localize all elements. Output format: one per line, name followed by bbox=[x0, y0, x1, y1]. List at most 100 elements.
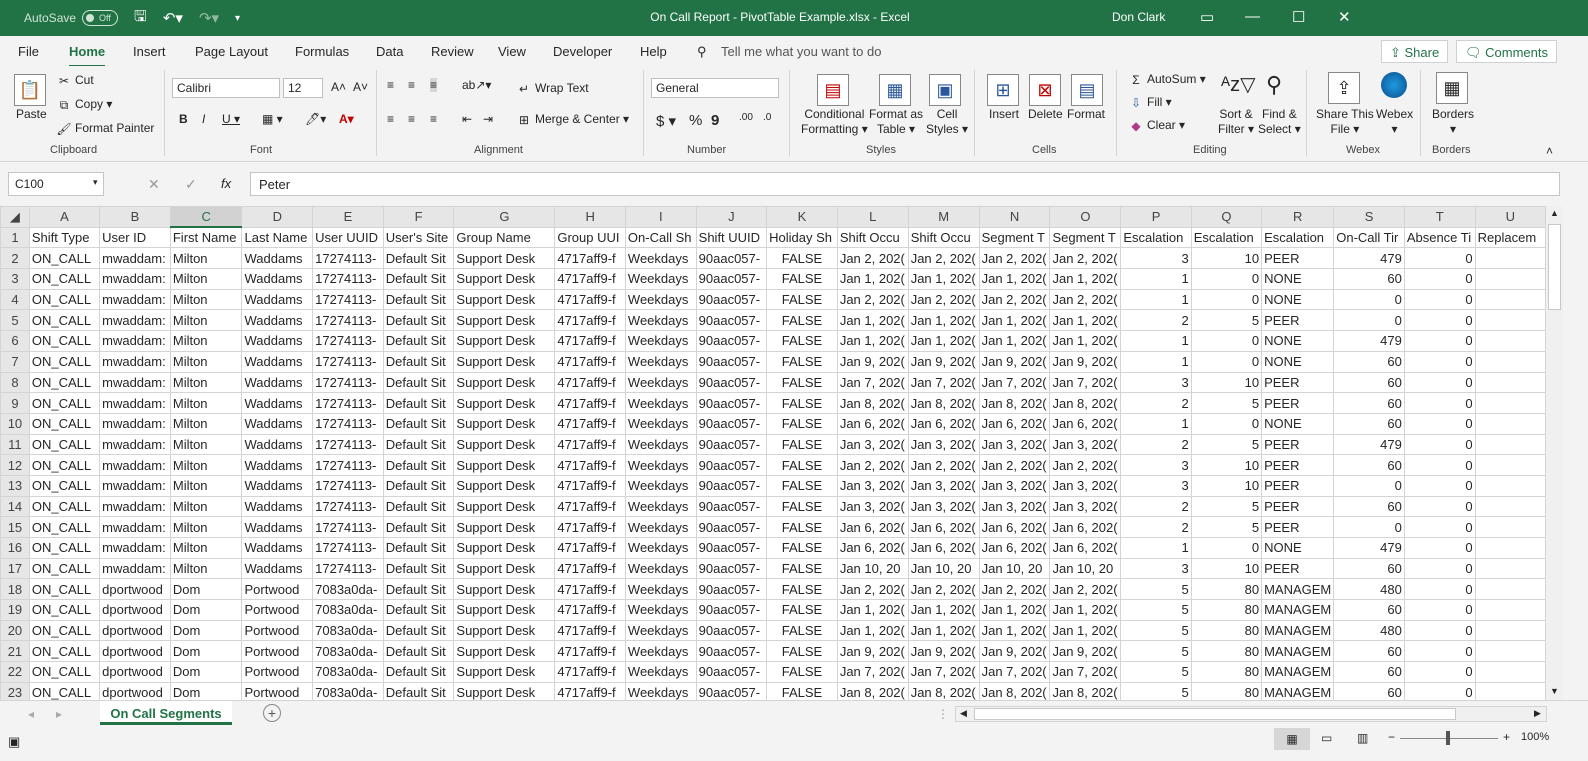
table-cell[interactable]: Default Sit bbox=[382, 578, 455, 601]
table-cell[interactable]: Support Desk bbox=[453, 330, 556, 352]
table-cell[interactable]: 0 bbox=[1403, 599, 1476, 621]
table-cell[interactable]: FALSE bbox=[766, 495, 838, 518]
table-row[interactable]: 18 ON_CALL dportwood Dom Portwood 7083a0da- De… bbox=[0, 578, 1546, 601]
table-cell[interactable]: 7083a0da- bbox=[312, 661, 384, 683]
table-cell[interactable]: 17274113- bbox=[312, 371, 384, 394]
macro-record-icon[interactable]: ▣ bbox=[8, 734, 20, 750]
table-cell[interactable]: dportwood bbox=[99, 619, 171, 642]
table-cell[interactable]: Support Desk bbox=[453, 412, 556, 435]
table-cell[interactable]: 0 bbox=[1190, 288, 1263, 311]
table-cell[interactable]: 5 bbox=[1190, 392, 1263, 414]
row-number[interactable]: 8 bbox=[0, 371, 30, 394]
zoom-level[interactable]: 100% bbox=[1521, 731, 1549, 743]
table-cell[interactable]: First Name bbox=[169, 226, 243, 249]
table-cell[interactable]: PEER bbox=[1261, 474, 1335, 497]
table-cell[interactable]: 17274113- bbox=[312, 412, 384, 435]
table-cell[interactable]: 4717aff9-f bbox=[554, 371, 626, 394]
table-cell[interactable]: Jan 6, 202( bbox=[978, 537, 1051, 559]
table-cell[interactable]: ON_CALL bbox=[28, 412, 101, 435]
table-row[interactable]: 4 ON_CALL mwaddam: Milton Waddams 17274113- De… bbox=[0, 288, 1546, 311]
column-header[interactable]: D bbox=[241, 206, 314, 228]
table-cell[interactable]: FALSE bbox=[766, 619, 838, 642]
table-cell[interactable]: Weekdays bbox=[624, 495, 697, 518]
zoom-in-icon[interactable]: + bbox=[1503, 730, 1510, 744]
table-row[interactable]: 9 ON_CALL mwaddam: Milton Waddams 17274113- De… bbox=[0, 392, 1546, 414]
table-cell[interactable]: 90aac057- bbox=[695, 412, 768, 435]
table-cell[interactable]: FALSE bbox=[766, 681, 838, 700]
table-cell[interactable]: Jan 1, 202( bbox=[836, 619, 909, 642]
table-cell[interactable]: Jan 3, 202( bbox=[978, 495, 1051, 518]
tab-review[interactable]: Review bbox=[431, 44, 474, 59]
table-cell[interactable]: Jan 2, 202( bbox=[1049, 578, 1122, 601]
table-cell[interactable]: 17274113- bbox=[312, 392, 384, 414]
cancel-icon[interactable]: ✕ bbox=[148, 176, 160, 193]
table-cell[interactable]: Shift Occu bbox=[907, 226, 980, 249]
zoom-slider-thumb[interactable] bbox=[1446, 731, 1450, 745]
conditional-formatting-icon[interactable]: ▤ bbox=[817, 74, 849, 106]
insert-cells-icon[interactable]: ⊞ bbox=[987, 74, 1019, 106]
table-cell[interactable]: ON_CALL bbox=[28, 247, 101, 270]
table-cell[interactable] bbox=[1474, 599, 1546, 621]
table-row[interactable]: 1 Shift Type User ID First Name Last Nam… bbox=[0, 226, 1546, 249]
table-cell[interactable]: 0 bbox=[1403, 640, 1476, 663]
table-cell[interactable]: Milton bbox=[169, 268, 243, 290]
table-cell[interactable]: mwaddam: bbox=[99, 371, 171, 394]
table-cell[interactable]: Weekdays bbox=[624, 247, 697, 270]
table-cell[interactable]: Support Desk bbox=[453, 309, 556, 332]
table-cell[interactable]: Shift UUID bbox=[695, 226, 768, 249]
horizontal-scroll-thumb[interactable] bbox=[974, 708, 1456, 720]
table-cell[interactable]: ON_CALL bbox=[28, 599, 101, 621]
table-cell[interactable]: ON_CALL bbox=[28, 309, 101, 332]
table-cell[interactable]: 10 bbox=[1190, 474, 1263, 497]
table-cell[interactable]: Jan 8, 202( bbox=[836, 681, 909, 700]
table-cell[interactable] bbox=[1474, 557, 1546, 580]
table-cell[interactable]: FALSE bbox=[766, 454, 838, 476]
table-cell[interactable]: 1 bbox=[1120, 330, 1192, 352]
increase-decimal-icon[interactable]: .00 bbox=[739, 112, 753, 123]
table-cell[interactable]: Waddams bbox=[241, 557, 314, 580]
table-cell[interactable]: Milton bbox=[169, 371, 243, 394]
table-cell[interactable]: 90aac057- bbox=[695, 474, 768, 497]
table-cell[interactable]: dportwood bbox=[99, 578, 171, 601]
table-cell[interactable]: 90aac057- bbox=[695, 495, 768, 518]
table-cell[interactable]: Support Desk bbox=[453, 557, 556, 580]
table-cell[interactable]: 4717aff9-f bbox=[554, 454, 626, 476]
table-cell[interactable]: Milton bbox=[169, 350, 243, 373]
table-cell[interactable]: FALSE bbox=[766, 309, 838, 332]
table-cell[interactable]: Replacem bbox=[1474, 226, 1546, 249]
table-cell[interactable]: Waddams bbox=[241, 330, 314, 352]
table-cell[interactable]: 90aac057- bbox=[695, 599, 768, 621]
table-cell[interactable]: Jan 3, 202( bbox=[836, 474, 909, 497]
table-cell[interactable]: Support Desk bbox=[453, 268, 556, 290]
column-header[interactable]: H bbox=[554, 206, 626, 228]
table-cell[interactable]: Jan 1, 202( bbox=[907, 619, 980, 642]
table-row[interactable]: 20 ON_CALL dportwood Dom Portwood 7083a0da- De… bbox=[0, 619, 1546, 642]
table-cell[interactable]: 10 bbox=[1190, 371, 1263, 394]
table-cell[interactable]: 4717aff9-f bbox=[554, 619, 626, 642]
table-cell[interactable]: 0 bbox=[1403, 474, 1476, 497]
table-cell[interactable]: 0 bbox=[1403, 309, 1476, 332]
table-cell[interactable]: ON_CALL bbox=[28, 371, 101, 394]
table-cell[interactable]: 17274113- bbox=[312, 516, 384, 538]
table-cell[interactable]: mwaddam: bbox=[99, 433, 171, 456]
column-header[interactable]: P bbox=[1120, 206, 1192, 228]
table-cell[interactable]: 90aac057- bbox=[695, 557, 768, 580]
align-right-icon[interactable]: ≡ bbox=[430, 112, 437, 126]
table-cell[interactable]: Jan 7, 202( bbox=[836, 371, 909, 394]
column-header[interactable]: K bbox=[766, 206, 838, 228]
table-cell[interactable]: Jan 7, 202( bbox=[836, 661, 909, 683]
table-cell[interactable]: Default Sit bbox=[382, 330, 455, 352]
table-cell[interactable]: PEER bbox=[1261, 495, 1335, 518]
tab-page-layout[interactable]: Page Layout bbox=[195, 44, 268, 59]
table-cell[interactable] bbox=[1474, 350, 1546, 373]
table-cell[interactable]: Portwood bbox=[241, 599, 314, 621]
table-cell[interactable]: 4717aff9-f bbox=[554, 599, 626, 621]
close-icon[interactable]: ✕ bbox=[1338, 8, 1351, 26]
table-cell[interactable]: 17274113- bbox=[312, 474, 384, 497]
table-cell[interactable]: ON_CALL bbox=[28, 557, 101, 580]
table-cell[interactable]: 17274113- bbox=[312, 454, 384, 476]
table-cell[interactable]: Jan 3, 202( bbox=[978, 433, 1051, 456]
table-cell[interactable]: Waddams bbox=[241, 350, 314, 373]
table-cell[interactable]: Weekdays bbox=[624, 681, 697, 700]
table-cell[interactable] bbox=[1474, 454, 1546, 476]
